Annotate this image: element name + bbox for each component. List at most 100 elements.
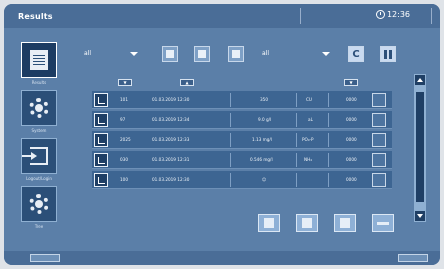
row-id: 101 (120, 97, 128, 102)
cell-divider (296, 113, 297, 127)
clear-button[interactable]: C (348, 46, 364, 62)
bottom-bar (4, 251, 440, 265)
cell-divider (230, 133, 231, 147)
bottom-right-button[interactable] (398, 254, 428, 262)
cell-divider (296, 93, 297, 107)
scroll-thumb[interactable] (416, 92, 424, 202)
pause-icon (384, 49, 392, 59)
chart-icon[interactable] (94, 93, 108, 107)
row-checkbox[interactable] (372, 133, 386, 147)
row-value: ☺ (262, 177, 267, 182)
row-status: 0000 (346, 97, 357, 102)
results-table: ▼ ▲ ▼ 101 01.03.2019 12:30 350 CU 0000 9… (92, 79, 410, 207)
window-title: Results (18, 11, 53, 21)
system-tile[interactable] (21, 90, 57, 126)
delete-icon (264, 218, 274, 228)
row-date: 01.03.2019 12:34 (152, 117, 190, 122)
sort-header-date[interactable]: ▲ (180, 79, 194, 86)
bottom-left-button[interactable] (30, 254, 60, 262)
row-date: 01.03.2019 12:30 (152, 177, 190, 182)
cell-divider (328, 153, 329, 167)
scroll-down-icon[interactable] (415, 211, 425, 221)
table-row[interactable]: 97 01.03.2019 12:34 9.0 g/l aL 0000 (92, 111, 392, 129)
minus-button[interactable] (372, 214, 394, 232)
row-checkbox[interactable] (372, 113, 386, 127)
cell-divider (296, 153, 297, 167)
filter1-value[interactable]: all (84, 50, 91, 66)
list-icon (198, 50, 206, 58)
list-button[interactable] (194, 46, 210, 62)
chart-icon[interactable] (94, 153, 108, 167)
sort-header-id[interactable]: ▼ (118, 79, 132, 86)
view-button[interactable] (162, 46, 178, 62)
export-button[interactable] (334, 214, 356, 232)
row-value: 0.546 mg/l (250, 157, 273, 162)
table-row[interactable]: 100 01.03.2019 12:30 ☺ 0000 (92, 171, 392, 189)
sidebar-item-label: Results (31, 80, 47, 85)
print-button[interactable] (296, 214, 318, 232)
clock-time: 12:36 (386, 10, 410, 19)
cell-divider (296, 133, 297, 147)
results-tile[interactable] (21, 42, 57, 78)
login-tile[interactable] (21, 138, 57, 174)
pause-button[interactable] (380, 46, 396, 62)
cell-divider (230, 153, 231, 167)
row-value: 1.13 mg/l (252, 137, 272, 142)
sidebar-item-results[interactable]: Results (18, 42, 60, 85)
row-date: 01.03.2019 12:33 (152, 137, 190, 142)
title-bar: Results 12:36 (4, 4, 440, 28)
scroll-up-icon[interactable] (415, 75, 425, 85)
gear-icon (29, 194, 49, 214)
tree-tile[interactable] (21, 186, 57, 222)
table-row[interactable]: 101 01.03.2019 12:30 350 CU 0000 (92, 91, 392, 109)
row-id: 030 (120, 157, 128, 162)
chart-icon[interactable] (94, 133, 108, 147)
row-date: 01.03.2019 12:30 (152, 97, 190, 102)
filter2-value[interactable]: all (262, 50, 269, 66)
expand-button[interactable] (228, 46, 244, 62)
cell-divider (230, 113, 231, 127)
title-divider (300, 8, 301, 24)
row-unit: NH₄ (304, 157, 312, 162)
cell-divider (230, 93, 231, 107)
row-checkbox[interactable] (372, 93, 386, 107)
row-value: 350 (260, 97, 268, 102)
chevron-down-icon[interactable] (130, 52, 138, 56)
chart-icon[interactable] (94, 173, 108, 187)
row-date: 01.03.2019 12:31 (152, 157, 190, 162)
cell-divider (230, 173, 231, 187)
sidebar-item-login[interactable]: Logout/Login (18, 138, 60, 181)
title-divider-right (431, 8, 432, 24)
cell-divider (328, 93, 329, 107)
cell-divider (328, 113, 329, 127)
row-id: 97 (120, 117, 126, 122)
gear-icon (29, 98, 49, 118)
chart-icon[interactable] (94, 113, 108, 127)
table-row[interactable]: 030 01.03.2019 12:31 0.546 mg/l NH₄ 0000 (92, 151, 392, 169)
view-icon (166, 50, 174, 58)
cell-divider (328, 173, 329, 187)
sort-header-status[interactable]: ▼ (344, 79, 358, 86)
row-value: 9.0 g/l (258, 117, 272, 122)
minus-icon (377, 221, 389, 225)
chevron-down-icon[interactable] (322, 52, 330, 56)
row-checkbox[interactable] (372, 153, 386, 167)
table-row[interactable]: 2025 01.03.2019 12:33 1.13 mg/l PO₄-P 00… (92, 131, 392, 149)
vertical-scrollbar[interactable] (414, 74, 426, 222)
row-status: 0000 (346, 157, 357, 162)
sidebar-item-system[interactable]: System (18, 90, 60, 133)
sidebar-item-label: System (31, 128, 47, 133)
expand-icon (232, 50, 240, 58)
sidebar-item-label: Tree (34, 224, 44, 229)
clock: 12:36 (375, 10, 410, 19)
row-unit: PO₄-P (302, 137, 314, 142)
delete-button[interactable] (258, 214, 280, 232)
login-icon (22, 147, 48, 165)
clear-label: C (352, 48, 360, 60)
sidebar-item-tree[interactable]: Tree (18, 186, 60, 229)
clock-icon (375, 10, 385, 19)
row-status: 0000 (346, 137, 357, 142)
row-checkbox[interactable] (372, 173, 386, 187)
row-unit: aL (308, 117, 313, 122)
results-screen: Results 12:36 Results System Logout/Logi… (4, 4, 440, 265)
